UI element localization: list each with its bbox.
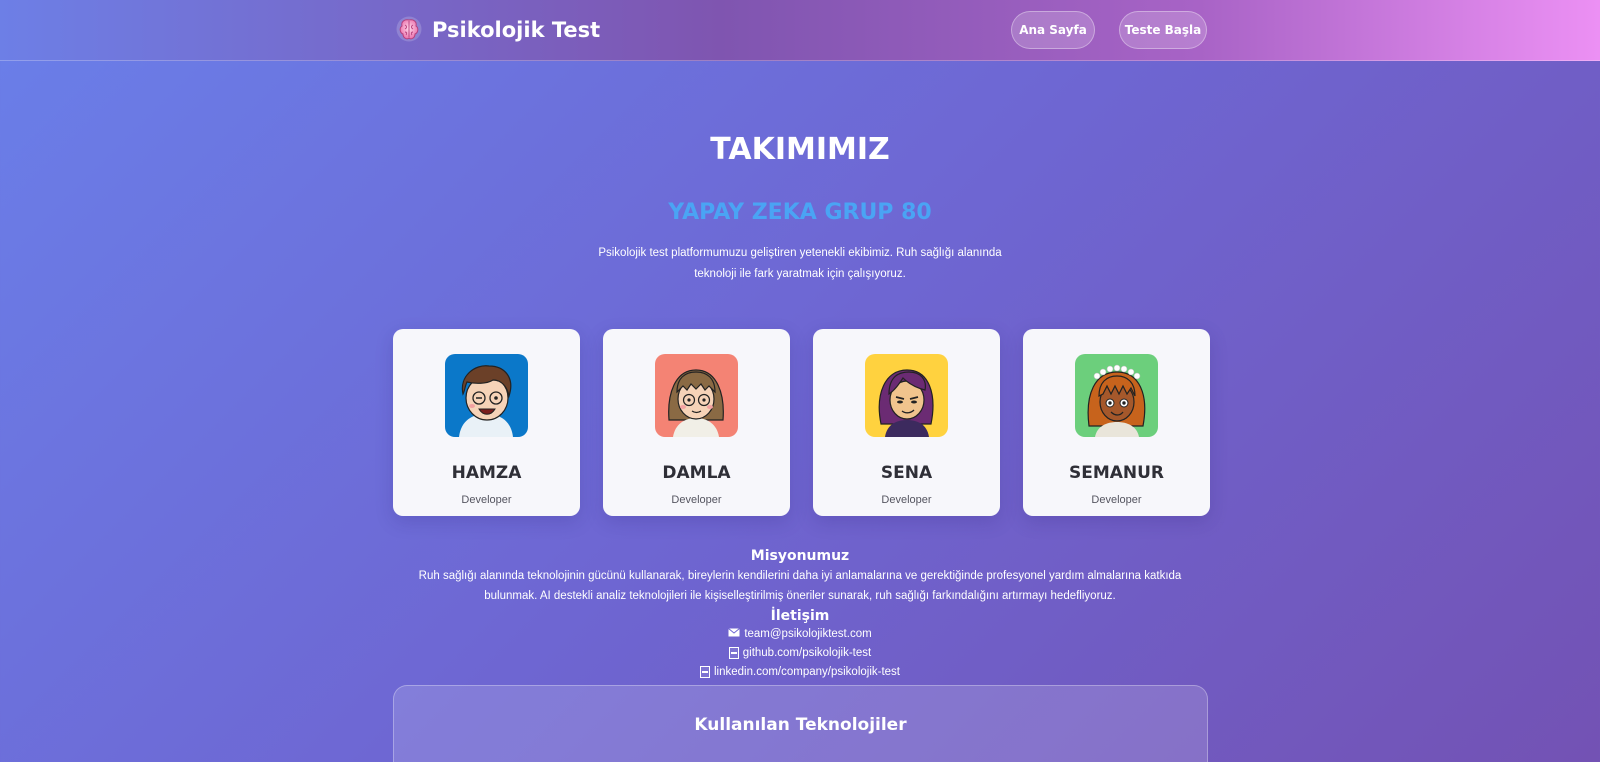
contact-title: İletişim — [770, 608, 830, 624]
team-card-semanur: SEMANUR Developer — [1023, 329, 1210, 516]
github-icon — [728, 647, 739, 659]
member-role: Developer — [1091, 494, 1142, 506]
contact-linkedin: linkedin.com/company/psikolojik-test — [0, 666, 1600, 678]
mission-title: Misyonumuz — [750, 548, 850, 564]
avatar — [445, 354, 528, 437]
avatar-hamza-icon — [445, 354, 528, 437]
avatar-damla-icon — [655, 354, 738, 437]
technologies-title: Kullanılan Teknolojiler — [694, 715, 907, 735]
brand-logo[interactable]: Psikolojik Test — [395, 12, 600, 48]
avatar-semanur-icon — [1075, 354, 1158, 437]
technologies-panel: Kullanılan Teknolojiler — [393, 685, 1208, 762]
envelope-icon — [728, 628, 741, 640]
github-link[interactable]: github.com/psikolojik-test — [743, 647, 871, 659]
email-link[interactable]: team@psikolojiktest.com — [744, 628, 871, 640]
member-role: Developer — [461, 494, 512, 506]
brain-icon — [395, 13, 423, 47]
team-card-sena: SENA Developer — [813, 329, 1000, 516]
nav-start-test-button[interactable]: Teste Başla — [1119, 11, 1207, 49]
linkedin-link[interactable]: linkedin.com/company/psikolojik-test — [714, 666, 900, 678]
member-name: HAMZA — [451, 463, 522, 483]
team-intro: Psikolojik test platformumuzu geliştiren… — [598, 247, 1002, 280]
mission-text: Ruh sağlığı alanında teknolojinin gücünü… — [418, 570, 1182, 602]
member-name: SEMANUR — [1068, 463, 1165, 483]
team-card-hamza: HAMZA Developer — [393, 329, 580, 516]
page-title: TAKIMIMIZ — [710, 132, 890, 167]
team-card-damla: DAMLA Developer — [603, 329, 790, 516]
top-navbar: Psikolojik Test Ana Sayfa Teste Başla — [0, 0, 1600, 61]
avatar — [1075, 354, 1158, 437]
member-name: DAMLA — [662, 463, 731, 483]
avatar — [865, 354, 948, 437]
member-role: Developer — [671, 494, 722, 506]
brand-name: Psikolojik Test — [432, 18, 601, 42]
avatar-sena-icon — [865, 354, 948, 437]
contact-github: github.com/psikolojik-test — [0, 647, 1600, 659]
group-title: YAPAY ZEKA GRUP 80 — [668, 200, 932, 225]
member-name: SENA — [880, 463, 933, 483]
member-role: Developer — [881, 494, 932, 506]
avatar — [655, 354, 738, 437]
contact-email: team@psikolojiktest.com — [0, 628, 1600, 640]
linkedin-icon — [700, 666, 710, 678]
nav-home-button[interactable]: Ana Sayfa — [1011, 11, 1095, 49]
